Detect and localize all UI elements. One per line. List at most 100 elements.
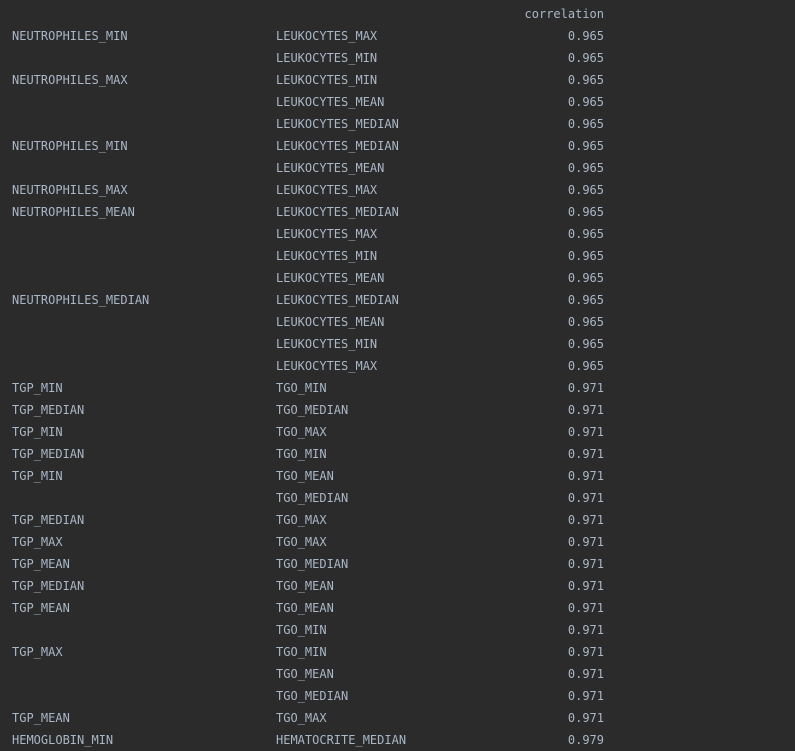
row-index-level-1: TGP_MEAN	[12, 711, 70, 725]
correlation-value: 0.971	[567, 513, 604, 527]
row-index-level-1: HEMOGLOBIN_MIN	[12, 733, 114, 747]
row-index-level-2: TGO_MEAN	[276, 579, 334, 593]
correlation-value: 0.971	[567, 601, 604, 615]
correlation-value: 0.965	[567, 51, 604, 65]
row-index-level-1: NEUTROPHILES_MIN	[12, 139, 128, 153]
correlation-table: NEUTROPHILES_MIN LEUKOCYTES_MAX 0.965 LEUKO…	[0, 25, 795, 751]
correlation-value: 0.971	[567, 403, 604, 417]
table-row: TGP_MEDIAN TGO_MEDIAN 0.971	[0, 399, 795, 421]
correlation-value: 0.971	[567, 557, 604, 571]
row-index-level-2: LEUKOCYTES_MEDIAN	[276, 117, 399, 131]
correlation-value: 0.971	[567, 579, 604, 593]
row-index-level-1: TGP_MEAN	[12, 557, 70, 571]
correlation-value: 0.965	[567, 227, 604, 241]
row-index-level-2: LEUKOCYTES_MEAN	[276, 271, 385, 285]
correlation-value: 0.965	[567, 161, 604, 175]
table-row: NEUTROPHILES_MEDIAN LEUKOCYTES_MEDIAN 0.96…	[0, 289, 795, 311]
table-row: TGP_MIN TGO_MAX 0.971	[0, 421, 795, 443]
row-index-level-1: TGP_MEDIAN	[12, 513, 85, 527]
table-row: TGO_MEAN 0.971	[0, 663, 795, 685]
row-index-level-2: TGO_MEDIAN	[276, 557, 349, 571]
table-row: TGP_MEDIAN TGO_MEAN 0.971	[0, 575, 795, 597]
row-index-level-1: TGP_MEDIAN	[12, 447, 85, 461]
row-index-level-1: TGP_MIN	[12, 469, 63, 483]
row-index-level-1: TGP_MIN	[12, 381, 63, 395]
correlation-value: 0.971	[567, 425, 604, 439]
table-row: TGP_MAX TGO_MAX 0.971	[0, 531, 795, 553]
correlation-value: 0.965	[567, 359, 604, 373]
table-row: TGP_MAX TGO_MIN 0.971	[0, 641, 795, 663]
table-row: LEUKOCYTES_MEAN 0.965	[0, 157, 795, 179]
correlation-value: 0.965	[567, 315, 604, 329]
row-index-level-2: TGO_MIN	[276, 623, 327, 637]
correlation-value: 0.965	[567, 271, 604, 285]
table-row: TGP_MEAN TGO_MAX 0.971	[0, 707, 795, 729]
row-index-level-1: NEUTROPHILES_MEDIAN	[12, 293, 150, 307]
row-index-level-2: TGO_MEDIAN	[276, 403, 349, 417]
row-index-level-2: TGO_MAX	[276, 513, 327, 527]
table-row: TGP_MEAN TGO_MEAN 0.971	[0, 597, 795, 619]
table-row: LEUKOCYTES_MIN 0.965	[0, 245, 795, 267]
table-row: LEUKOCYTES_MAX 0.965	[0, 355, 795, 377]
table-row: TGP_MEDIAN TGO_MIN 0.971	[0, 443, 795, 465]
table-row: TGP_MEAN TGO_MEDIAN 0.971	[0, 553, 795, 575]
row-index-level-2: LEUKOCYTES_MIN	[276, 337, 378, 351]
row-index-level-2: TGO_MAX	[276, 535, 327, 549]
correlation-value: 0.965	[567, 293, 604, 307]
row-index-level-1: TGP_MAX	[12, 535, 63, 549]
correlation-value: 0.965	[567, 337, 604, 351]
correlation-value: 0.971	[567, 667, 604, 681]
correlation-value: 0.979	[567, 733, 604, 747]
row-index-level-1: TGP_MEDIAN	[12, 579, 85, 593]
correlation-value: 0.965	[567, 117, 604, 131]
correlation-value: 0.965	[567, 73, 604, 87]
table-row: NEUTROPHILES_MIN LEUKOCYTES_MEDIAN 0.965	[0, 135, 795, 157]
table-row: TGO_MEDIAN 0.971	[0, 487, 795, 509]
table-row: TGP_MIN TGO_MEAN 0.971	[0, 465, 795, 487]
row-index-level-2: TGO_MAX	[276, 711, 327, 725]
table-row: TGP_MEDIAN TGO_MAX 0.971	[0, 509, 795, 531]
row-index-level-2: LEUKOCYTES_MEDIAN	[276, 139, 399, 153]
table-row: TGP_MIN TGO_MIN 0.971	[0, 377, 795, 399]
row-index-level-2: LEUKOCYTES_MIN	[276, 51, 378, 65]
row-index-level-1: TGP_MIN	[12, 425, 63, 439]
row-index-level-2: TGO_MAX	[276, 425, 327, 439]
correlation-value: 0.965	[567, 249, 604, 263]
correlation-value: 0.971	[567, 689, 604, 703]
row-index-level-1: NEUTROPHILES_MAX	[12, 73, 128, 87]
table-row: LEUKOCYTES_MEAN 0.965	[0, 91, 795, 113]
table-row: LEUKOCYTES_MEDIAN 0.965	[0, 113, 795, 135]
row-index-level-2: LEUKOCYTES_MAX	[276, 183, 378, 197]
row-index-level-2: LEUKOCYTES_MAX	[276, 359, 378, 373]
row-index-level-2: LEUKOCYTES_MEDIAN	[276, 205, 399, 219]
correlation-value: 0.971	[567, 623, 604, 637]
row-index-level-2: LEUKOCYTES_MAX	[276, 227, 378, 241]
row-index-level-2: TGO_MEAN	[276, 469, 334, 483]
correlation-value: 0.971	[567, 447, 604, 461]
row-index-level-2: LEUKOCYTES_MEDIAN	[276, 293, 399, 307]
correlation-value: 0.965	[567, 205, 604, 219]
correlation-value: 0.965	[567, 139, 604, 153]
row-index-level-2: TGO_MEAN	[276, 667, 334, 681]
table-row: TGO_MIN 0.971	[0, 619, 795, 641]
correlation-value: 0.971	[567, 381, 604, 395]
row-index-level-1: TGP_MAX	[12, 645, 63, 659]
table-row: LEUKOCYTES_MAX 0.965	[0, 223, 795, 245]
row-index-level-2: TGO_MEAN	[276, 601, 334, 615]
row-index-level-2: TGO_MEDIAN	[276, 491, 349, 505]
table-row: NEUTROPHILES_MEAN LEUKOCYTES_MEDIAN 0.965	[0, 201, 795, 223]
row-index-level-1: TGP_MEAN	[12, 601, 70, 615]
correlation-value: 0.971	[567, 491, 604, 505]
row-index-level-1: NEUTROPHILES_MAX	[12, 183, 128, 197]
correlation-value: 0.971	[567, 645, 604, 659]
table-row: NEUTROPHILES_MAX LEUKOCYTES_MAX 0.965	[0, 179, 795, 201]
row-index-level-2: TGO_MEDIAN	[276, 689, 349, 703]
table-row: LEUKOCYTES_MEAN 0.965	[0, 267, 795, 289]
row-index-level-2: LEUKOCYTES_MIN	[276, 73, 378, 87]
row-index-level-2: TGO_MIN	[276, 645, 327, 659]
correlation-value: 0.965	[567, 95, 604, 109]
table-row: NEUTROPHILES_MAX LEUKOCYTES_MIN 0.965	[0, 69, 795, 91]
correlation-value: 0.971	[567, 711, 604, 725]
table-row: NEUTROPHILES_MIN LEUKOCYTES_MAX 0.965	[0, 25, 795, 47]
table-row: LEUKOCYTES_MIN 0.965	[0, 333, 795, 355]
